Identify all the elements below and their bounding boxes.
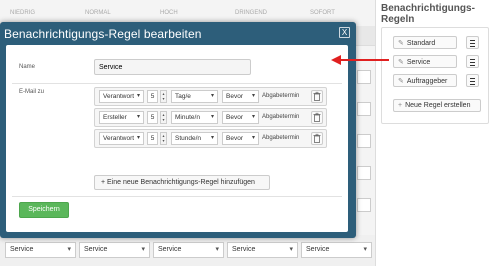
amount-stepper[interactable]: ▴ ▾ (160, 132, 167, 145)
new-rule-label: Neue Regel erstellen (405, 102, 471, 109)
unit-select[interactable]: Minute/n ▾ (171, 111, 218, 124)
trash-icon[interactable] (311, 111, 323, 124)
modal-body: Name E-Mail zu Verantwort▾ 5 ▴▾ Tag/e▾ B… (6, 45, 348, 232)
rule-button-auftraggeber[interactable]: ✎ Auftraggeber (393, 74, 457, 87)
divider (12, 83, 342, 84)
edit-rule-modal: Benachrichtigungs-Regel bearbeiten X Nam… (0, 22, 356, 238)
panel-title: Benachrichtigungs-Regeln (381, 3, 475, 25)
name-label: Name (19, 64, 36, 70)
add-rule-button[interactable]: + Eine neue Benachrichtigungs-Regel hinz… (94, 175, 270, 190)
notification-rule: Ersteller ▾ 5 ▴ ▾ Minute/n ▾ Bevor ▾ Abgabet… (94, 108, 327, 127)
trash-icon[interactable] (311, 132, 323, 145)
rule-select[interactable]: Service (79, 242, 150, 258)
timing-select[interactable]: Bevor ▾ (222, 111, 259, 124)
amount-stepper[interactable]: ▴ ▾ (160, 111, 167, 124)
email-label: E-Mail zu (19, 89, 45, 95)
rule-select[interactable]: Service (301, 242, 372, 258)
table-row-cells: Service Service Service Service Service (0, 242, 375, 258)
row-control[interactable] (357, 134, 371, 148)
unit-select[interactable]: Stunde/n ▾ (171, 132, 218, 145)
red-arrow-icon (331, 55, 389, 65)
edit-icon: ✎ (398, 59, 404, 66)
rule-select[interactable]: Service (5, 242, 76, 258)
reference-text: Abgabetermin (262, 93, 300, 99)
reference-text: Abgabetermin (262, 135, 300, 141)
row-control[interactable] (357, 198, 371, 212)
rule-button-label: Auftraggeber (406, 78, 448, 85)
new-rule-button[interactable]: + Neue Regel erstellen (393, 99, 481, 112)
reference-text: Abgabetermin (262, 114, 300, 120)
rule-select[interactable]: Service (227, 242, 298, 258)
recipient-select[interactable]: Ersteller ▾ (99, 111, 144, 124)
panel-divider (375, 0, 376, 266)
row-control[interactable] (357, 102, 371, 116)
notification-rule: Verantwort ▾ 5 ▴ ▾ Tag/e ▾ Bevor ▾ Abgabeter… (94, 87, 327, 106)
recipient-select[interactable]: Verantwort ▾ (99, 132, 144, 145)
edit-icon: ✎ (398, 40, 404, 47)
unit-select[interactable]: Tag/e ▾ (171, 90, 218, 103)
menu-icon[interactable] (466, 36, 479, 49)
modal-title: Benachrichtigungs-Regel bearbeiten (4, 27, 202, 41)
rule-button-label: Service (406, 59, 431, 66)
notification-rule: Verantwort ▾ 5 ▴ ▾ Stunde/n ▾ Bevor ▾ Abgabe… (94, 129, 327, 148)
timing-select[interactable]: Bevor ▾ (222, 132, 259, 145)
name-input[interactable] (94, 59, 251, 75)
amount-stepper[interactable]: ▴ ▾ (160, 90, 167, 103)
trash-icon[interactable] (311, 90, 323, 103)
rule-button-label: Standard (406, 40, 436, 47)
table-side-controls (355, 60, 375, 240)
timing-select[interactable]: Bevor ▾ (222, 90, 259, 103)
amount-input[interactable]: 5 (147, 111, 158, 124)
edit-icon: ✎ (398, 78, 404, 85)
row-control[interactable] (357, 70, 371, 84)
menu-icon[interactable] (466, 55, 479, 68)
plus-icon: + (398, 102, 403, 109)
menu-icon[interactable] (466, 74, 479, 87)
rule-select[interactable]: Service (153, 242, 224, 258)
rule-button-standard[interactable]: ✎ Standard (393, 36, 457, 49)
close-icon[interactable]: X (339, 27, 350, 38)
add-rule-label: Eine neue Benachrichtigungs-Regel hinzuf… (107, 179, 255, 186)
amount-input[interactable]: 5 (147, 90, 158, 103)
save-button[interactable]: Speichern (19, 202, 69, 218)
divider (12, 196, 342, 197)
rule-button-service[interactable]: ✎ Service (393, 55, 457, 68)
row-control[interactable] (357, 166, 371, 180)
rules-panel: ✎ Standard ✎ Service ✎ Auftraggeber + Neue R… (381, 27, 489, 124)
recipient-select[interactable]: Verantwort ▾ (99, 90, 144, 103)
amount-input[interactable]: 5 (147, 132, 158, 145)
